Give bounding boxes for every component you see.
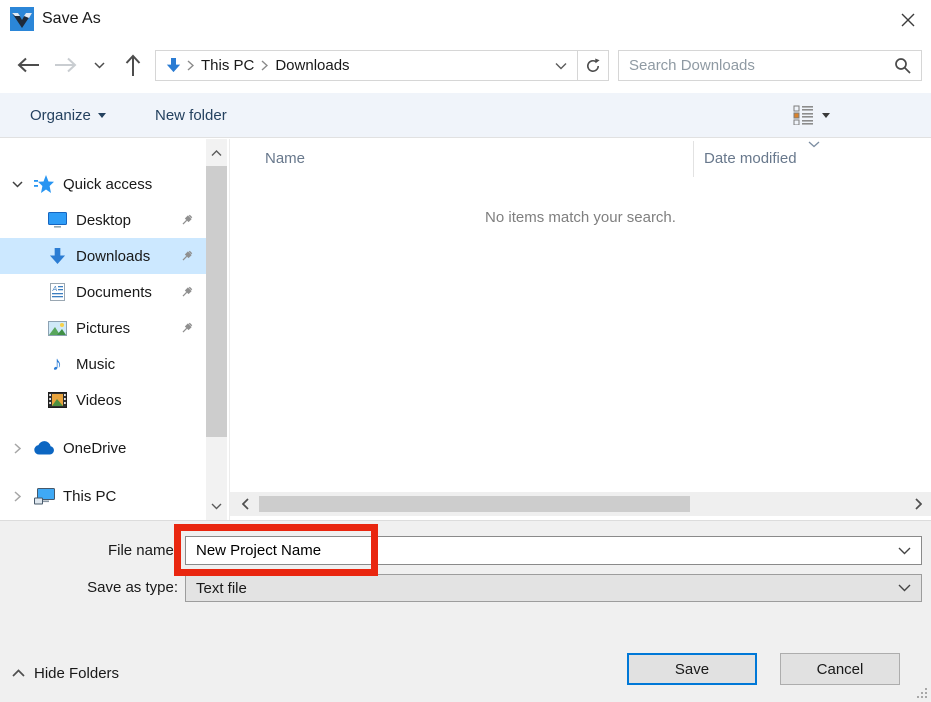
pin-icon — [180, 285, 194, 299]
resize-grip[interactable] — [916, 687, 928, 699]
sidebar-item-music[interactable]: ♪ Music — [0, 346, 206, 382]
scroll-down-icon[interactable] — [206, 496, 227, 516]
view-dropdown-caret-icon — [822, 113, 830, 118]
sidebar-item-label: OneDrive — [63, 440, 126, 457]
sidebar-item-videos[interactable]: Videos — [0, 382, 206, 418]
file-name-input[interactable] — [186, 541, 818, 560]
documents-icon: A — [46, 283, 68, 301]
sidebar-item-onedrive[interactable]: OneDrive — [0, 430, 206, 466]
sidebar-item-label: Videos — [76, 392, 122, 409]
sidebar-item-label: This PC — [63, 488, 116, 505]
save-as-dialog: Save As This PC Do — [0, 0, 931, 702]
quick-access-star-icon — [33, 175, 55, 194]
save-as-type-value: Text file — [186, 580, 247, 597]
close-icon[interactable] — [895, 8, 921, 32]
videos-film-icon — [46, 392, 68, 408]
cancel-button-label: Cancel — [817, 661, 864, 678]
chevron-down-icon — [898, 584, 921, 592]
title-bar: Save As — [0, 0, 931, 38]
column-header-name[interactable]: Name — [265, 139, 305, 177]
refresh-button[interactable] — [578, 50, 609, 81]
pin-icon — [180, 249, 194, 263]
scroll-left-icon[interactable] — [235, 492, 255, 516]
sidebar-item-label: Desktop — [76, 212, 131, 229]
sidebar-scrollbar[interactable] — [206, 139, 227, 520]
music-note-icon: ♪ — [46, 355, 68, 373]
new-folder-label: New folder — [155, 107, 227, 124]
save-as-type-dropdown[interactable]: Text file — [185, 574, 922, 602]
scrollbar-thumb[interactable] — [259, 496, 690, 512]
chevron-right-icon[interactable] — [10, 443, 24, 454]
file-list-area: Name Date modified No items match your s… — [229, 139, 931, 520]
details-view-icon — [793, 105, 815, 125]
cancel-button[interactable]: Cancel — [780, 653, 900, 685]
horizontal-scrollbar[interactable] — [230, 492, 931, 516]
app-icon — [10, 7, 34, 31]
column-divider[interactable] — [693, 141, 694, 177]
change-view-button[interactable] — [793, 93, 830, 137]
recent-locations-chevron-icon[interactable] — [88, 50, 110, 80]
command-toolbar: Organize New folder ? — [0, 93, 931, 138]
file-name-combobox — [185, 536, 922, 565]
column-header-date-modified[interactable]: Date modified — [704, 139, 797, 177]
save-as-type-label: Save as type: — [0, 574, 178, 602]
save-button[interactable]: Save — [627, 653, 757, 685]
sidebar-item-quick-access[interactable]: Quick access — [0, 166, 206, 202]
sidebar-item-label: Quick access — [63, 176, 152, 193]
breadcrumb-chevron-icon — [184, 60, 197, 71]
file-name-label: File name: — [0, 536, 178, 565]
forward-button[interactable] — [51, 50, 81, 80]
window-title: Save As — [42, 0, 101, 38]
organize-dropdown-caret-icon — [98, 113, 106, 118]
column-label: Name — [265, 150, 305, 167]
hide-folders-label: Hide Folders — [34, 665, 119, 682]
up-button[interactable] — [118, 50, 148, 80]
sidebar-item-label: Documents — [76, 284, 152, 301]
back-button[interactable] — [13, 50, 43, 80]
pin-icon — [180, 321, 194, 335]
sidebar-item-this-pc[interactable]: This PC — [0, 478, 206, 514]
downloads-folder-icon — [162, 57, 184, 74]
new-folder-button[interactable]: New folder — [155, 93, 227, 137]
chevron-right-icon[interactable] — [10, 491, 24, 502]
sidebar-item-label: Music — [76, 356, 115, 373]
empty-folder-message: No items match your search. — [230, 209, 931, 226]
scroll-up-icon[interactable] — [206, 143, 227, 163]
sidebar-item-documents[interactable]: A Documents — [0, 274, 206, 310]
column-label: Date modified — [704, 150, 797, 167]
chevron-down-icon[interactable] — [898, 547, 921, 555]
desktop-icon — [46, 212, 68, 228]
svg-text:A: A — [51, 286, 57, 293]
chevron-up-icon — [12, 669, 25, 677]
sidebar-item-pictures[interactable]: Pictures — [0, 310, 206, 346]
breadcrumb-this-pc[interactable]: This PC — [197, 57, 258, 74]
downloads-icon — [46, 247, 68, 266]
scrollbar-thumb[interactable] — [206, 166, 227, 437]
pin-icon — [180, 213, 194, 227]
search-icon[interactable] — [888, 57, 921, 74]
chevron-down-icon[interactable] — [10, 181, 24, 188]
sidebar-item-desktop[interactable]: Desktop — [0, 202, 206, 238]
search-input[interactable] — [619, 57, 888, 74]
sort-indicator-chevron-icon — [808, 141, 820, 148]
organize-label: Organize — [30, 107, 91, 124]
sidebar-item-downloads[interactable]: Downloads — [0, 238, 206, 274]
this-pc-icon — [33, 488, 55, 505]
organize-button[interactable]: Organize — [30, 93, 106, 137]
navigation-pane: Quick access Desktop Downloads — [0, 139, 206, 520]
search-box — [618, 50, 922, 81]
sidebar-item-label: Pictures — [76, 320, 130, 337]
breadcrumb-downloads[interactable]: Downloads — [271, 57, 353, 74]
pictures-icon — [46, 321, 68, 336]
scroll-right-icon[interactable] — [908, 492, 928, 516]
address-dropdown-chevron-icon[interactable] — [555, 62, 577, 70]
hide-folders-button[interactable]: Hide Folders — [12, 660, 119, 686]
sidebar-item-label: Downloads — [76, 248, 150, 265]
breadcrumb-chevron-icon — [258, 60, 271, 71]
save-button-label: Save — [675, 661, 709, 678]
navigation-bar: This PC Downloads — [0, 38, 931, 93]
dialog-footer: File name: Save as type: Text file Hide … — [0, 520, 931, 702]
onedrive-cloud-icon — [33, 441, 55, 455]
address-bar[interactable]: This PC Downloads — [155, 50, 578, 81]
